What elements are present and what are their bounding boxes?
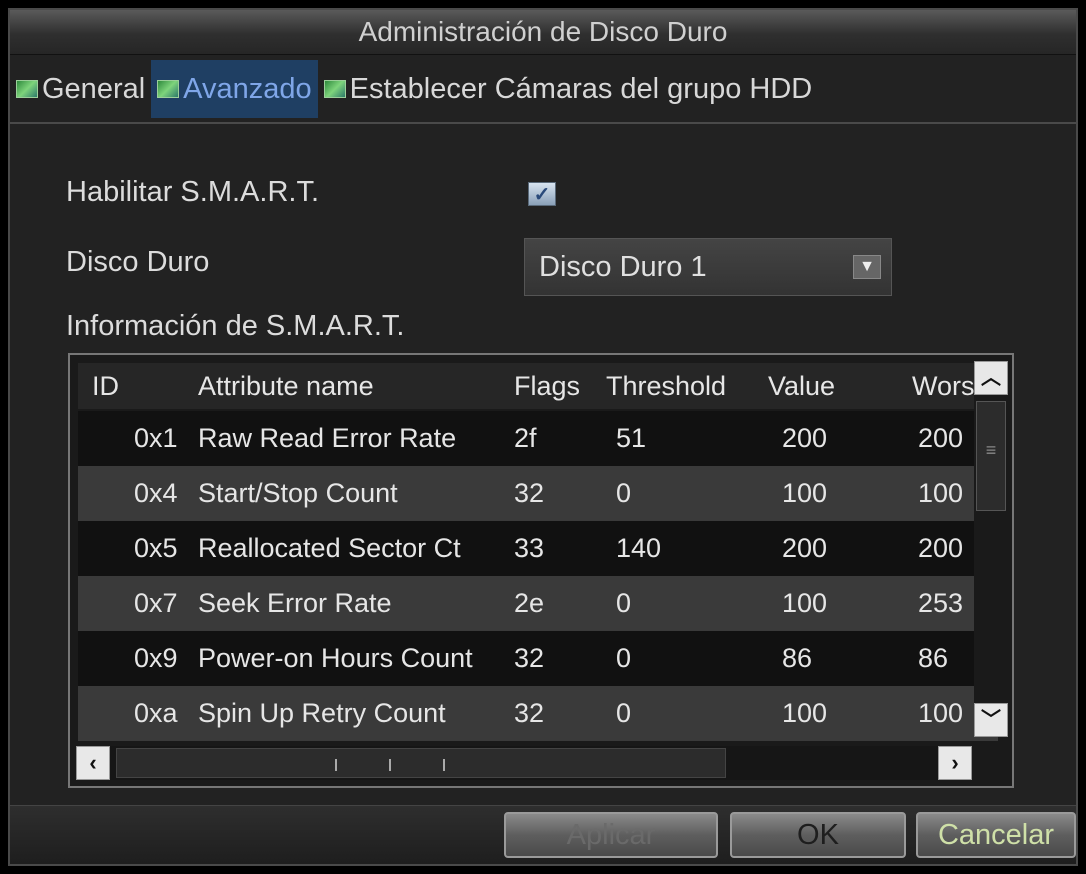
horizontal-scroll-thumb[interactable] <box>116 748 726 778</box>
cell-value: 100 <box>782 698 828 728</box>
hdd-label: Disco Duro <box>66 246 210 278</box>
image-icon <box>157 80 180 98</box>
cell-id: 0xa <box>134 698 178 728</box>
cell-threshold: 0 <box>616 478 632 508</box>
cell-attribute-name: Raw Read Error Rate <box>198 423 457 453</box>
apply-button[interactable]: Aplicar <box>504 812 718 858</box>
col-id[interactable]: ID <box>78 363 188 409</box>
table-row[interactable]: 0xa Spin Up Retry Count 32 0 100 100 <box>78 686 998 741</box>
cell-id: 0x7 <box>134 588 178 618</box>
table-body: 0x1 Raw Read Error Rate 2f 51 200 200 0x… <box>78 411 998 741</box>
cell-value: 200 <box>782 423 828 453</box>
cell-id: 0x5 <box>134 533 178 563</box>
tab-label: General <box>42 72 146 105</box>
window-title: Administración de Disco Duro <box>10 10 1076 55</box>
divider <box>10 122 1076 124</box>
col-attribute-name[interactable]: Attribute name <box>188 363 508 409</box>
col-threshold[interactable]: Threshold <box>604 363 762 409</box>
button-bar: Aplicar OK Cancelar <box>10 805 1076 864</box>
image-icon <box>16 80 38 98</box>
horizontal-scrollbar[interactable]: ‹ › <box>76 746 972 780</box>
tab-general[interactable]: General <box>10 60 151 118</box>
chevron-right-icon[interactable]: › <box>938 746 972 780</box>
tab-label: Avanzado <box>183 72 312 105</box>
grip-mark <box>443 759 445 771</box>
cell-attribute-name: Power-on Hours Count <box>198 643 473 673</box>
table-row[interactable]: 0x5 Reallocated Sector Ct 33 140 200 200 <box>78 521 998 576</box>
smart-info-label: Información de S.M.A.R.T. <box>66 310 405 342</box>
tab-bar: General Avanzado Establecer Cámaras del … <box>10 60 1076 118</box>
cell-attribute-name: Spin Up Retry Count <box>198 698 446 728</box>
chevron-down-icon[interactable]: ﹀ <box>974 703 1008 737</box>
cell-flags: 32 <box>514 478 545 508</box>
chevron-down-icon[interactable]: ▼ <box>853 255 881 279</box>
chevron-left-icon[interactable]: ‹ <box>76 746 110 780</box>
hdd-management-window: Administración de Disco Duro General Ava… <box>8 8 1078 866</box>
cell-threshold: 140 <box>616 533 662 563</box>
image-icon <box>323 80 346 98</box>
cell-threshold: 0 <box>616 643 632 673</box>
cell-threshold: 51 <box>616 423 647 453</box>
cell-flags: 32 <box>514 643 545 673</box>
cell-value: 200 <box>782 533 828 563</box>
table-header: ID Attribute name Flags Threshold Value … <box>78 363 998 409</box>
cell-attribute-name: Start/Stop Count <box>198 478 398 508</box>
tab-hdd-group-cameras[interactable]: Establecer Cámaras del grupo HDD <box>318 60 819 118</box>
hdd-select[interactable]: Disco Duro 1 ▼ <box>524 238 892 296</box>
cell-id: 0x9 <box>134 643 178 673</box>
table-row[interactable]: 0x7 Seek Error Rate 2e 0 100 253 <box>78 576 998 631</box>
vertical-scroll-thumb[interactable]: ≡ <box>976 401 1006 511</box>
smart-enable-checkbox[interactable]: ✓ <box>528 182 556 206</box>
cell-value: 100 <box>782 478 828 508</box>
chevron-up-icon[interactable]: ︿ <box>974 361 1008 395</box>
grip-mark <box>335 759 337 771</box>
cell-id: 0x1 <box>134 423 178 453</box>
cell-flags: 32 <box>514 698 545 728</box>
cell-threshold: 0 <box>616 698 632 728</box>
cancel-button[interactable]: Cancelar <box>916 812 1076 858</box>
col-value[interactable]: Value <box>762 363 898 409</box>
grip-mark <box>389 759 391 771</box>
tab-label: Establecer Cámaras del grupo HDD <box>349 72 813 105</box>
cell-threshold: 0 <box>616 588 632 618</box>
table-row[interactable]: 0x4 Start/Stop Count 32 0 100 100 <box>78 466 998 521</box>
hdd-select-value: Disco Duro 1 <box>539 251 707 283</box>
table-row[interactable]: 0x1 Raw Read Error Rate 2f 51 200 200 <box>78 411 998 466</box>
cell-value: 100 <box>782 588 828 618</box>
cell-attribute-name: Seek Error Rate <box>198 588 392 618</box>
cell-flags: 2f <box>514 423 537 453</box>
cell-id: 0x4 <box>134 478 178 508</box>
vertical-scrollbar[interactable]: ︿ ≡ ﹀ <box>974 361 1008 737</box>
smart-enable-label: Habilitar S.M.A.R.T. <box>66 176 319 208</box>
table-row[interactable]: 0x9 Power-on Hours Count 32 0 86 86 <box>78 631 998 686</box>
cell-flags: 33 <box>514 533 545 563</box>
tab-advanced[interactable]: Avanzado <box>151 60 318 118</box>
checkmark-icon: ✓ <box>533 183 551 206</box>
cell-attribute-name: Reallocated Sector Ct <box>198 533 461 563</box>
cell-value: 86 <box>782 643 813 673</box>
col-flags[interactable]: Flags <box>508 363 604 409</box>
cell-flags: 2e <box>514 588 545 618</box>
ok-button[interactable]: OK <box>730 812 906 858</box>
smart-table: ID Attribute name Flags Threshold Value … <box>68 353 1014 788</box>
